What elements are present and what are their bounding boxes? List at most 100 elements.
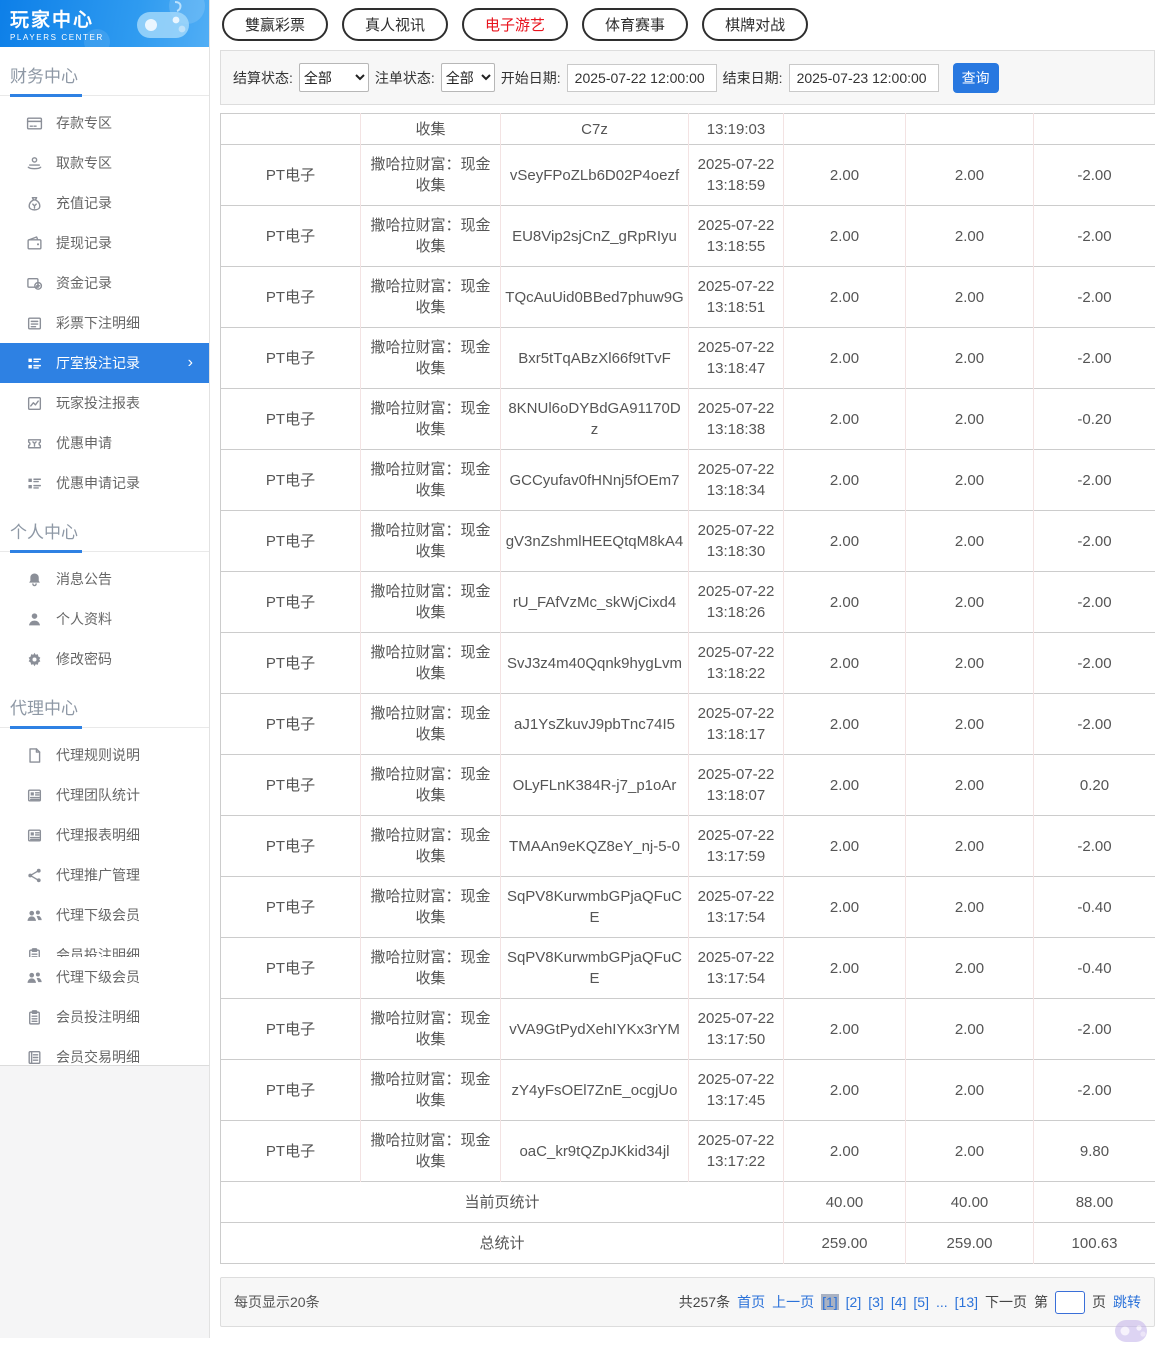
cell-order: 8KNUl6oDYBdGA91170Dz bbox=[501, 389, 689, 450]
cell-game: 撒哈拉财富：现金收集 bbox=[361, 999, 501, 1060]
sidebar-item[interactable]: 个人资料 bbox=[0, 599, 209, 639]
cell-bet: 2.00 bbox=[784, 511, 906, 572]
cell-order: C7z bbox=[501, 114, 689, 145]
sidebar-item[interactable]: 代理下级会员 bbox=[0, 957, 209, 997]
sidebar: 玩家中心 PLAYERS CENTER 财务中心存款专区取款专区充值记录提现记录… bbox=[0, 0, 210, 1338]
jump-label-post: 页 bbox=[1092, 1292, 1106, 1312]
cell-bet: 2.00 bbox=[784, 633, 906, 694]
cell-game: 撒哈拉财富：现金收集 bbox=[361, 694, 501, 755]
jump-button[interactable]: 跳转 bbox=[1113, 1292, 1141, 1312]
sidebar-item[interactable]: 提现记录 bbox=[0, 223, 209, 263]
page-link[interactable]: [4] bbox=[891, 1294, 907, 1310]
table-row: PT电子撒哈拉财富：现金收集TMAAn9eKQZ8eY_nj-5-02025-0… bbox=[221, 816, 1155, 877]
start-date-input[interactable] bbox=[567, 64, 717, 92]
cell-bet: 2.00 bbox=[784, 328, 906, 389]
cell-game: 撒哈拉财富：现金收集 bbox=[361, 633, 501, 694]
cell-bet: 2.00 bbox=[784, 267, 906, 328]
cell-time: 2025-07-22 13:17:59 bbox=[689, 816, 784, 877]
table-row: PT电子撒哈拉财富：现金收集OLyFLnK384R-j7_p1oAr2025-0… bbox=[221, 755, 1155, 816]
cell-order: SqPV8KurwmbGPjaQFuCE bbox=[501, 938, 689, 999]
prev-page-link[interactable]: 上一页 bbox=[772, 1292, 814, 1312]
sidebar-item[interactable]: 存款专区 bbox=[0, 103, 209, 143]
end-date-input[interactable] bbox=[789, 64, 939, 92]
cell-game: 撒哈拉财富：现金收集 bbox=[361, 389, 501, 450]
query-button[interactable]: 查询 bbox=[953, 63, 999, 93]
settle-status-select[interactable]: 全部 bbox=[299, 63, 369, 92]
page-link[interactable]: [5] bbox=[913, 1294, 929, 1310]
cell-order: SvJ3z4m40Qqnk9hygLvm bbox=[501, 633, 689, 694]
tab-2[interactable]: 真人视讯 bbox=[342, 8, 448, 41]
sidebar-item[interactable]: 消息公告 bbox=[0, 559, 209, 599]
cell-time: 2025-07-22 13:17:54 bbox=[689, 938, 784, 999]
list-icon bbox=[26, 315, 43, 332]
report-chart-icon bbox=[26, 395, 43, 412]
cell-valid bbox=[906, 114, 1034, 145]
sidebar-item-selected[interactable]: 厅室投注记录› bbox=[0, 343, 209, 383]
users-icon bbox=[26, 907, 43, 924]
summary-valid: 40.00 bbox=[906, 1182, 1034, 1223]
sidebar-item-label: 优惠申请记录 bbox=[56, 473, 140, 493]
table-row: PT电子撒哈拉财富：现金收集Bxr5tTqABzXl66f9tTvF2025-0… bbox=[221, 328, 1155, 389]
moneybag-icon bbox=[26, 195, 43, 212]
page-link[interactable]: [3] bbox=[868, 1294, 884, 1310]
sidebar-item[interactable]: 代理下级会员 bbox=[0, 895, 209, 935]
sidebar-item[interactable]: 取款专区 bbox=[0, 143, 209, 183]
sidebar-item-label: 彩票下注明细 bbox=[56, 313, 140, 333]
order-status-select[interactable]: 全部 bbox=[441, 63, 495, 92]
sidebar-item-label: 代理推广管理 bbox=[56, 865, 140, 885]
cell-game: 撒哈拉财富：现金收集 bbox=[361, 206, 501, 267]
cell-game: 撒哈拉财富：现金收集 bbox=[361, 1060, 501, 1121]
next-page-link[interactable]: 下一页 bbox=[985, 1292, 1027, 1312]
sidebar-item-label: 个人资料 bbox=[56, 609, 112, 629]
sidebar-item-label: 资金记录 bbox=[56, 273, 112, 293]
cell-order: EU8Vip2sjCnZ_gRpRIyu bbox=[501, 206, 689, 267]
cell-game: 撒哈拉财富：现金收集 bbox=[361, 938, 501, 999]
sidebar-item[interactable]: 资金记录 bbox=[0, 263, 209, 303]
sidebar-item[interactable]: 修改密码 bbox=[0, 639, 209, 679]
page-link[interactable]: [2] bbox=[846, 1294, 862, 1310]
cell-valid: 2.00 bbox=[906, 511, 1034, 572]
cell-order: vVA9GtPydXehIYKx3rYM bbox=[501, 999, 689, 1060]
sidebar-item[interactable]: 优惠申请 bbox=[0, 423, 209, 463]
sidebar-item[interactable]: 会员投注明细 bbox=[0, 997, 209, 1037]
cell-order: TQcAuUid0BBed7phuw9G bbox=[501, 267, 689, 328]
sidebar-item-label: 玩家投注报表 bbox=[56, 393, 140, 413]
page-link-current[interactable]: [1] bbox=[821, 1294, 839, 1310]
cell-time: 2025-07-22 13:18:30 bbox=[689, 511, 784, 572]
tab-4[interactable]: 体育赛事 bbox=[582, 8, 688, 41]
cell-time: 2025-07-22 13:17:50 bbox=[689, 999, 784, 1060]
sidebar-item[interactable]: 代理推广管理 bbox=[0, 855, 209, 895]
first-page-link[interactable]: 首页 bbox=[737, 1292, 765, 1312]
sidebar-item[interactable]: 彩票下注明细 bbox=[0, 303, 209, 343]
sidebar-item[interactable]: 会员交易明细 bbox=[0, 1037, 209, 1066]
cell-result: -2.00 bbox=[1034, 511, 1155, 572]
sidebar-item[interactable]: 优惠申请记录 bbox=[0, 463, 209, 503]
sidebar-item[interactable]: 玩家投注报表 bbox=[0, 383, 209, 423]
sidebar-item[interactable]: 代理报表明细 bbox=[0, 815, 209, 855]
tab-5[interactable]: 棋牌对战 bbox=[702, 8, 808, 41]
tab-1[interactable]: 雙赢彩票 bbox=[222, 8, 328, 41]
table-row: PT电子撒哈拉财富：现金收集TQcAuUid0BBed7phuw9G2025-0… bbox=[221, 267, 1155, 328]
cell-type: PT电子 bbox=[221, 1060, 361, 1121]
cell-bet: 2.00 bbox=[784, 450, 906, 511]
sidebar-item[interactable]: 代理规则说明 bbox=[0, 735, 209, 775]
cell-game: 撒哈拉财富：现金收集 bbox=[361, 267, 501, 328]
start-date-label: 开始日期: bbox=[501, 68, 561, 88]
cell-game: 撒哈拉财富：现金收集 bbox=[361, 572, 501, 633]
share-icon bbox=[26, 867, 43, 884]
sidebar-item[interactable]: 充值记录 bbox=[0, 183, 209, 223]
cell-result: -2.00 bbox=[1034, 145, 1155, 206]
tab-3-active[interactable]: 电子游艺 bbox=[462, 8, 568, 41]
page-number-links: [1][2][3][4][5]...[13] bbox=[821, 1294, 978, 1310]
jump-label-pre: 第 bbox=[1034, 1292, 1048, 1312]
jump-page-input[interactable] bbox=[1055, 1291, 1085, 1314]
cell-order: GCCyufav0fHNnj5fOEm7 bbox=[501, 450, 689, 511]
cell-result: -2.00 bbox=[1034, 1060, 1155, 1121]
cell-bet: 2.00 bbox=[784, 572, 906, 633]
cell-type: PT电子 bbox=[221, 206, 361, 267]
page-link[interactable]: [13] bbox=[955, 1294, 978, 1310]
cell-order: rU_FAfVzMc_skWjCixd4 bbox=[501, 572, 689, 633]
cell-game: 撒哈拉财富：现金收集 bbox=[361, 816, 501, 877]
sidebar-item[interactable]: 代理团队统计 bbox=[0, 775, 209, 815]
summary-bet: 259.00 bbox=[784, 1223, 906, 1264]
